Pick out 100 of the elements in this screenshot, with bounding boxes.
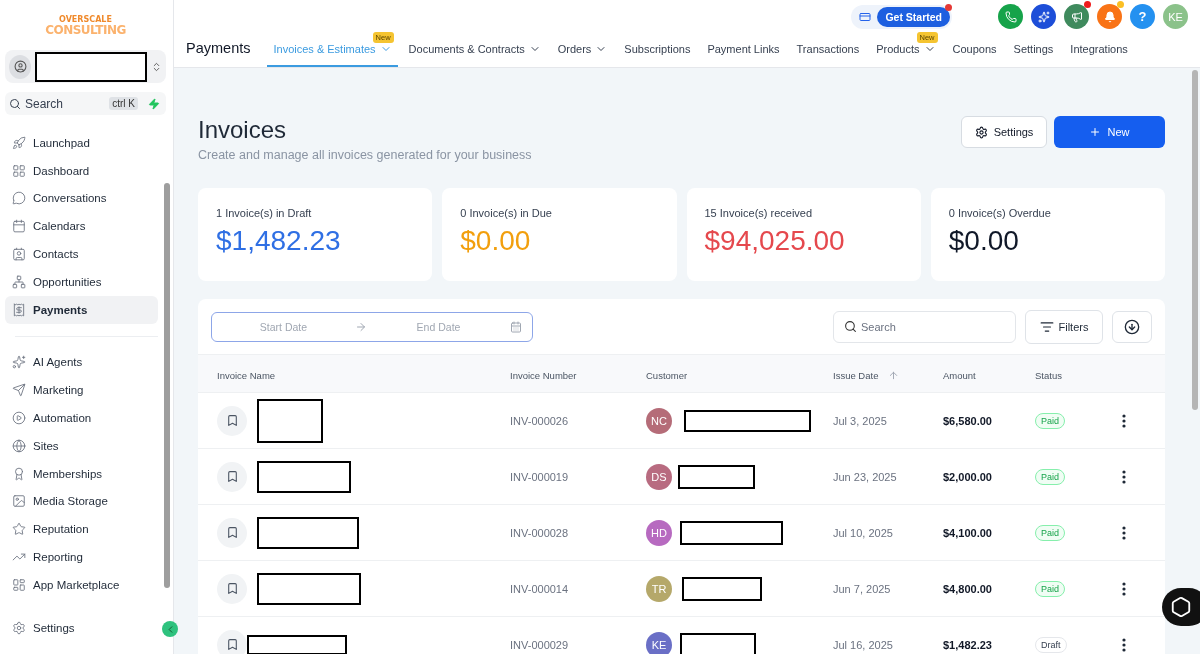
account-switcher[interactable] <box>5 50 166 83</box>
nav-icon <box>12 383 26 398</box>
nav-tab[interactable]: Coupons <box>946 33 1003 67</box>
sidebar-item[interactable]: App Marketplace <box>5 570 158 599</box>
more-icon <box>1122 469 1126 484</box>
column-header[interactable]: Invoice Name <box>217 369 276 381</box>
customer-avatar: DS <box>646 463 672 490</box>
nav-tab[interactable]: Transactions <box>790 33 866 67</box>
column-header[interactable]: Status <box>1035 369 1062 381</box>
arrow-right-icon <box>355 320 367 333</box>
nav-icon <box>12 438 26 453</box>
table-cell-text: Jun 7, 2025 <box>833 582 892 595</box>
plus-icon <box>1089 126 1102 138</box>
collapse-button[interactable] <box>162 621 178 637</box>
stat-label: 0 Invoice(s) Overdue <box>948 207 1052 219</box>
table-cell-text: INV-000029 <box>510 638 570 651</box>
more-icon <box>1122 637 1126 652</box>
nav-icon <box>12 355 26 370</box>
scrollbar[interactable] <box>164 183 170 588</box>
nav-tab[interactable]: Integrations <box>1064 33 1134 67</box>
customer-avatar: TR <box>646 575 672 602</box>
get-started-button[interactable]: Get Started <box>877 6 950 27</box>
sidebar-item[interactable]: Conversations <box>5 184 158 213</box>
card-icon <box>859 10 872 23</box>
bell-icon[interactable] <box>1097 4 1122 30</box>
table-cell-text: INV-000014 <box>510 582 570 595</box>
column-header[interactable]: Issue Date <box>833 369 900 381</box>
new-button[interactable]: New <box>1054 116 1165 148</box>
filter-icon <box>1039 319 1054 334</box>
sidebar-item[interactable]: Calendars <box>5 212 158 241</box>
nav-icon <box>12 219 26 234</box>
calendar-icon <box>510 320 522 333</box>
table-cell-text: $4,100.00 <box>943 526 993 539</box>
settings-link[interactable]: Settings <box>5 614 166 642</box>
chat-widget-icon[interactable] <box>1162 588 1200 626</box>
table-cell-text: $1,482.23 <box>943 638 993 651</box>
sidebar-item[interactable]: Media Storage <box>5 487 158 516</box>
table-cell-text: INV-000026 <box>510 414 570 427</box>
sidebar-item[interactable]: Opportunities <box>5 268 158 296</box>
sidebar-item[interactable]: Marketing <box>5 376 158 405</box>
stat-value: $94,025.00 <box>704 225 846 257</box>
sidebar-item[interactable]: Reporting <box>5 543 158 571</box>
filters-button[interactable]: Filters <box>1025 309 1103 344</box>
status-badge: Draft <box>1035 636 1067 653</box>
invoice-icon <box>217 517 247 548</box>
nav-tab[interactable]: Subscriptions <box>618 33 697 67</box>
sparkle-icon[interactable] <box>1031 4 1056 30</box>
sidebar-item[interactable]: Launchpad <box>5 129 158 157</box>
page-title: Invoices <box>198 116 288 144</box>
nav-tab[interactable]: Payment Links <box>701 33 786 67</box>
gear-icon <box>974 125 988 139</box>
table-cell-text: INV-000019 <box>510 470 570 483</box>
chevron-icon <box>151 60 162 73</box>
customer-avatar: HD <box>646 519 672 546</box>
download-icon <box>1124 318 1140 335</box>
redaction-box <box>257 398 323 443</box>
phone-icon[interactable] <box>998 4 1023 30</box>
invoice-icon <box>217 405 247 436</box>
sidebar-item[interactable]: AI Agents <box>5 348 158 377</box>
sidebar-item[interactable]: Payments <box>5 295 158 324</box>
table-cell-text: Jun 23, 2025 <box>833 470 898 483</box>
nav-icon <box>12 191 26 206</box>
table-cell-text: Jul 16, 2025 <box>833 638 894 651</box>
search-label: Search <box>25 96 64 111</box>
more-icon <box>1122 525 1126 540</box>
nav-tab[interactable]: Documents & Contracts <box>402 33 547 67</box>
column-header[interactable]: Customer <box>646 369 688 381</box>
stat-label: 1 Invoice(s) in Draft <box>216 207 313 219</box>
nav-icon <box>12 135 26 150</box>
nav-icon <box>12 302 26 317</box>
scrollbar[interactable] <box>1192 70 1198 410</box>
sort-arrow-icon <box>888 369 900 381</box>
nav-icon <box>12 494 26 509</box>
invoice-icon <box>217 573 247 604</box>
sidebar-item[interactable]: Automation <box>5 404 158 432</box>
status-badge: Paid <box>1035 524 1065 541</box>
nav-icon <box>12 466 26 481</box>
sidebar-item[interactable]: Dashboard <box>5 156 158 185</box>
search-icon <box>844 320 857 333</box>
table-cell-text: $2,000.00 <box>943 470 993 483</box>
sidebar-item[interactable]: Memberships <box>5 459 158 488</box>
table-cell-text: INV-000028 <box>510 526 570 539</box>
search-field[interactable]: Search ctrl K <box>5 92 166 115</box>
column-header[interactable]: Invoice Number <box>510 369 577 381</box>
shortcut-key: ctrl K <box>109 97 138 110</box>
download-button[interactable] <box>1112 310 1152 343</box>
settings-button[interactable]: Settings <box>961 116 1047 148</box>
column-header[interactable]: Amount <box>943 369 976 381</box>
sidebar-item[interactable]: Contacts <box>5 240 158 268</box>
search-field[interactable]: Search <box>833 310 1016 343</box>
sidebar-item[interactable]: Reputation <box>5 515 158 544</box>
sidebar-item[interactable]: Sites <box>5 431 158 460</box>
table-cell-text: Jul 3, 2025 <box>833 414 888 427</box>
nav-tab[interactable]: Settings <box>1007 33 1060 67</box>
table-cell-text: $4,800.00 <box>943 582 993 595</box>
megaphone-icon[interactable] <box>1064 4 1089 30</box>
nav-tab[interactable]: Orders <box>551 33 614 67</box>
customer-avatar: KE <box>646 631 672 654</box>
status-badge: Paid <box>1035 580 1065 597</box>
nav-icon <box>12 577 26 592</box>
